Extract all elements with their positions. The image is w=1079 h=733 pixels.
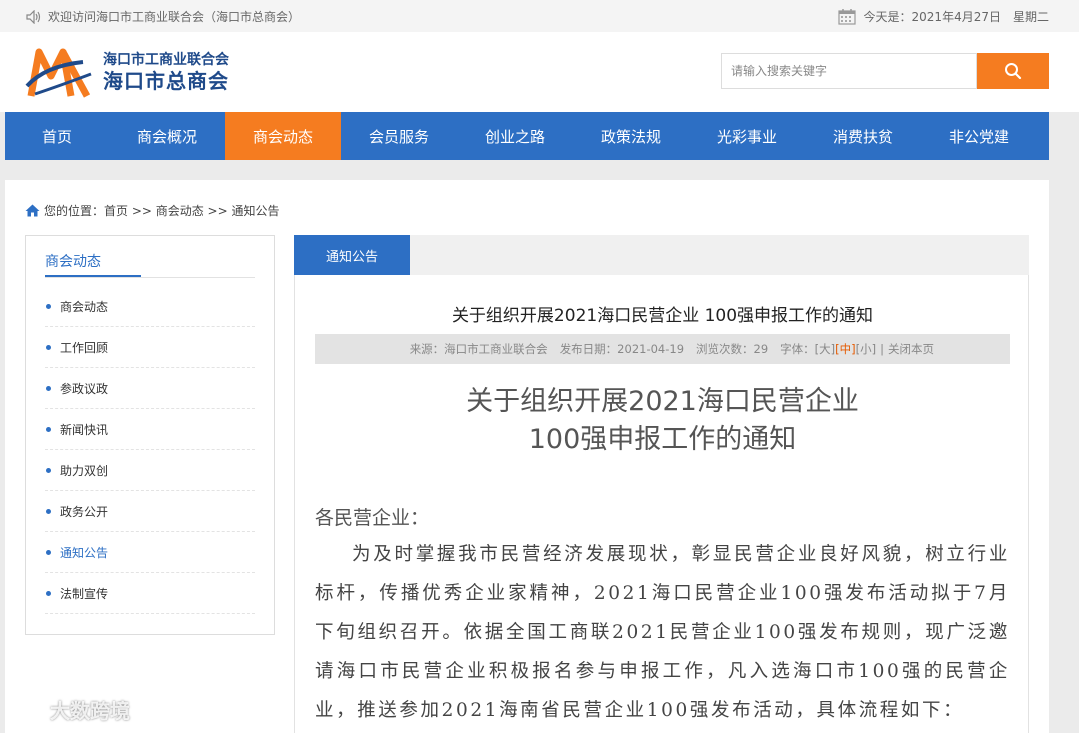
welcome-text: 欢迎访问海口市工商业联合会（海口市总商会） bbox=[48, 10, 301, 24]
sidebar-item-active[interactable]: 通知公告 bbox=[45, 532, 255, 573]
nav-item-guangcai[interactable]: 光彩事业 bbox=[689, 112, 805, 160]
font-small-link[interactable]: [小] bbox=[856, 342, 876, 356]
nav-item-home[interactable]: 首页 bbox=[5, 112, 109, 160]
bullet-icon bbox=[46, 303, 51, 309]
sidebar-item-label: 商会动态 bbox=[60, 299, 109, 314]
sidebar-item[interactable]: 助力双创 bbox=[45, 450, 255, 491]
bullet-icon bbox=[46, 385, 51, 391]
meta-views: 浏览次数：29 bbox=[696, 342, 769, 356]
sidebar-item[interactable]: 商会动态 bbox=[45, 286, 255, 327]
article-title: 关于组织开展2021海口民营企业 100强申报工作的通知 bbox=[451, 306, 874, 326]
calendar-icon bbox=[837, 9, 856, 25]
close-page-link[interactable]: 关闭本页 bbox=[888, 341, 934, 357]
site-header: 海口市工商业联合会 海口市总商会 bbox=[0, 32, 1079, 112]
sidebar-item-label: 参政议政 bbox=[60, 381, 109, 396]
bullet-icon bbox=[46, 549, 51, 555]
meta-separator: | bbox=[880, 342, 884, 356]
site-logo[interactable]: 海口市工商业联合会 海口市总商会 bbox=[25, 46, 229, 100]
nav-item-poverty-relief[interactable]: 消费扶贫 bbox=[805, 112, 921, 160]
sidebar-item[interactable]: 新闻快讯 bbox=[45, 409, 255, 450]
content-tab-bar: 通知公告 bbox=[294, 235, 1029, 275]
watermark: 大数跨境 bbox=[10, 695, 130, 724]
nav-item-news[interactable]: 商会动态 bbox=[225, 112, 341, 160]
sidebar-item-label: 法制宣传 bbox=[60, 586, 109, 601]
bullet-icon bbox=[46, 467, 51, 473]
sidebar-item[interactable]: 法制宣传 bbox=[45, 573, 255, 614]
sidebar-item[interactable]: 政务公开 bbox=[45, 491, 255, 532]
search-input[interactable] bbox=[721, 53, 977, 89]
bullet-icon bbox=[46, 508, 51, 514]
sidebar: 商会动态 商会动态 工作回顾 参政议政 新闻快讯 助力双创 政务公开 通知公告 … bbox=[25, 235, 275, 635]
sidebar-title: 商会动态 bbox=[45, 254, 101, 270]
sidebar-item-label: 工作回顾 bbox=[60, 340, 109, 355]
nav-item-overview[interactable]: 商会概况 bbox=[109, 112, 225, 160]
font-medium-link[interactable]: [中] bbox=[835, 342, 855, 356]
top-bar: 欢迎访问海口市工商业联合会（海口市总商会） 今天是：2021年4月27日 星期二 bbox=[0, 0, 1079, 32]
article-heading-line2: 100强申报工作的通知 bbox=[528, 424, 797, 455]
font-large-link[interactable]: [大] bbox=[815, 342, 835, 356]
search-button[interactable] bbox=[977, 53, 1049, 89]
logo-title-line1: 海口市工商业联合会 bbox=[103, 52, 229, 68]
sidebar-item-label: 政务公开 bbox=[60, 504, 109, 519]
sidebar-item-label: 助力双创 bbox=[60, 463, 109, 478]
article-heading-line1: 关于组织开展2021海口民营企业 bbox=[466, 386, 859, 417]
sidebar-item-label: 新闻快讯 bbox=[60, 422, 109, 437]
bullet-icon bbox=[46, 344, 51, 350]
sidebar-item-label: 通知公告 bbox=[60, 545, 109, 560]
bullet-icon bbox=[46, 426, 51, 432]
sidebar-list: 商会动态 工作回顾 参政议政 新闻快讯 助力双创 政务公开 通知公告 法制宣传 bbox=[45, 286, 255, 614]
font-size-controls: 字体：[大][中][小] bbox=[780, 341, 876, 357]
breadcrumb-text[interactable]: 您的位置：首页 >> 商会动态 >> 通知公告 bbox=[44, 202, 279, 219]
nav-item-party-building[interactable]: 非公党建 bbox=[921, 112, 1037, 160]
meta-publish-date: 发布日期：2021-04-19 bbox=[559, 342, 685, 356]
main-nav: 首页 商会概况 商会动态 会员服务 创业之路 政策法规 光彩事业 消费扶贫 非公… bbox=[5, 112, 1049, 160]
content-area: 通知公告 关于组织开展2021海口民营企业 100强申报工作的通知 来源：海口市… bbox=[294, 235, 1029, 733]
logo-title-line2: 海口市总商会 bbox=[103, 69, 229, 93]
bullet-icon bbox=[46, 590, 51, 596]
sidebar-item[interactable]: 工作回顾 bbox=[45, 327, 255, 368]
welcome-message: 欢迎访问海口市工商业联合会（海口市总商会） bbox=[26, 8, 300, 25]
watermark-logo-icon bbox=[10, 700, 44, 719]
watermark-text: 大数跨境 bbox=[50, 699, 130, 723]
tab-notices[interactable]: 通知公告 bbox=[294, 235, 410, 275]
home-icon bbox=[25, 204, 40, 217]
date-text: 今天是：2021年4月27日 bbox=[863, 10, 1001, 24]
article-paragraph: 为及时掌握我市民营经济发展现状，彰显民营企业良好风貌，树立行业标杆，传播优秀企业… bbox=[315, 544, 1010, 721]
nav-item-member-services[interactable]: 会员服务 bbox=[341, 112, 457, 160]
nav-item-policy[interactable]: 政策法规 bbox=[573, 112, 689, 160]
speaker-icon bbox=[26, 9, 41, 24]
font-size-label: 字体： bbox=[780, 342, 815, 356]
date-display: 今天是：2021年4月27日 星期二 bbox=[837, 8, 1049, 25]
weekday-text: 星期二 bbox=[1012, 10, 1049, 24]
breadcrumb: 您的位置：首页 >> 商会动态 >> 通知公告 bbox=[25, 202, 279, 219]
article-meta: 来源：海口市工商业联合会 发布日期：2021-04-19 浏览次数：29 字体：… bbox=[315, 334, 1010, 364]
article-heading: 关于组织开展2021海口民营企业 100强申报工作的通知 bbox=[295, 383, 1030, 459]
nav-item-entrepreneurship[interactable]: 创业之路 bbox=[457, 112, 573, 160]
search-icon bbox=[1005, 63, 1022, 80]
article: 关于组织开展2021海口民营企业 100强申报工作的通知 来源：海口市工商业联合… bbox=[294, 275, 1029, 733]
logo-mark-icon bbox=[25, 48, 92, 98]
meta-source: 来源：海口市工商业联合会 bbox=[409, 342, 548, 356]
salutation: 各民营企业： bbox=[315, 507, 430, 529]
main-panel: 您的位置：首页 >> 商会动态 >> 通知公告 商会动态 商会动态 工作回顾 参… bbox=[5, 180, 1049, 733]
search-box bbox=[721, 53, 1049, 89]
sidebar-item[interactable]: 参政议政 bbox=[45, 368, 255, 409]
